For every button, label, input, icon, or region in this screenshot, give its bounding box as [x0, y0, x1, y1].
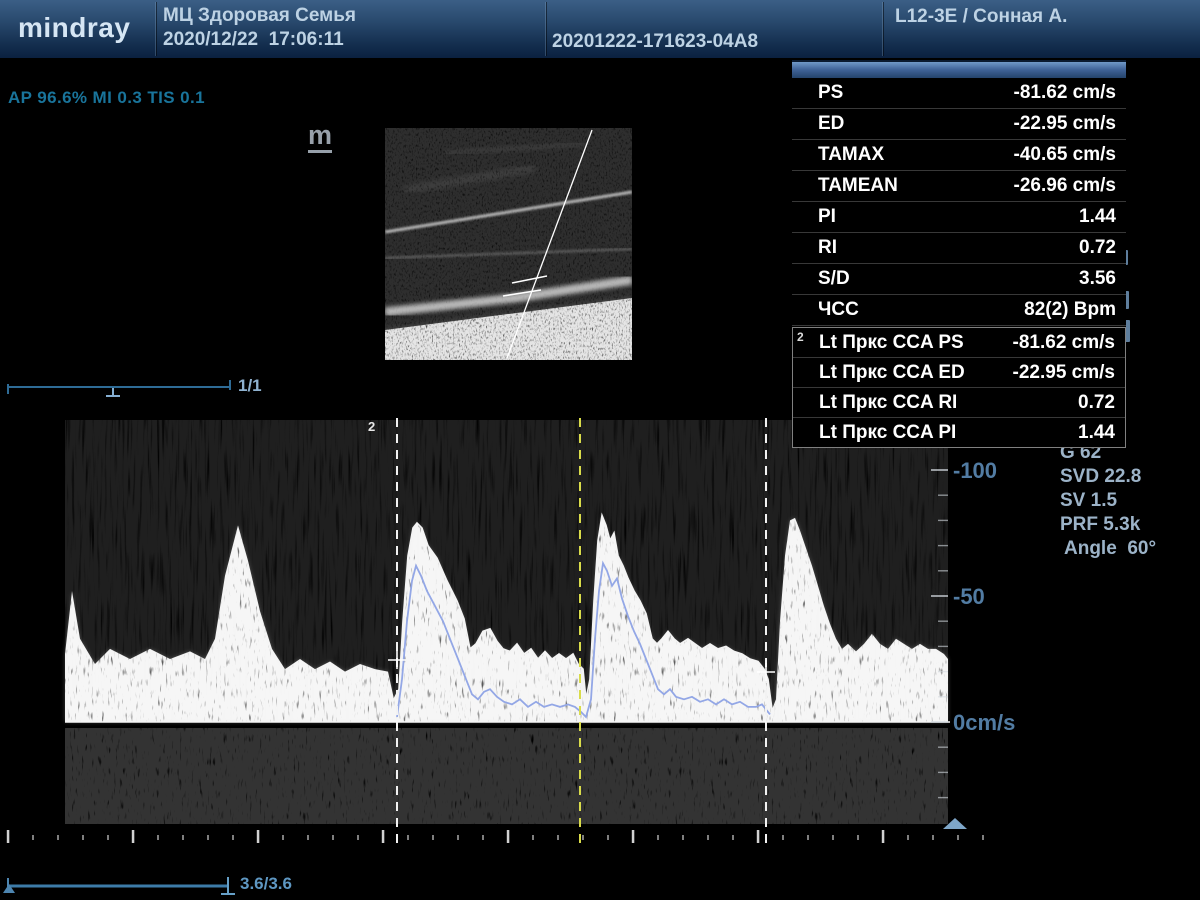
time-ruler-ticks	[7, 830, 984, 843]
result-row: ED-22.95 cm/s	[792, 109, 1126, 140]
result-row: PI1.44	[792, 202, 1126, 233]
depth-scale-bar	[8, 380, 230, 394]
panel-titlebar[interactable]	[792, 60, 1126, 78]
result-row: ЧСС82(2) Bpm	[792, 295, 1126, 326]
measurement-results-panel: PS-81.62 cm/s ED-22.95 cm/s TAMAX-40.65 …	[792, 60, 1126, 448]
result-row: TAMAX-40.65 cm/s	[792, 140, 1126, 171]
named-result-row: Lt Пркс CCA ED-22.95 cm/s	[793, 358, 1125, 388]
caliper-marker-index: 2	[368, 419, 375, 434]
cine-scrollbar[interactable]	[3, 877, 235, 894]
named-result-row: Lt Пркс CCA PS-81.62 cm/s	[793, 328, 1125, 358]
result-row: RI0.72	[792, 233, 1126, 264]
reverse-flow-noise-band	[65, 728, 948, 824]
named-measurements-group: 2 Lt Пркс CCA PS-81.62 cm/s Lt Пркс CCA …	[792, 327, 1126, 448]
result-row: TAMEAN-26.96 cm/s	[792, 171, 1126, 202]
named-result-row: Lt Пркс CCA PI1.44	[793, 418, 1125, 447]
velocity-tick-label: 0cm/s	[953, 710, 1015, 735]
velocity-tick-label: -50	[953, 584, 985, 609]
measurement-marker-index: 2	[797, 330, 804, 344]
velocity-tick-label: -100	[953, 458, 997, 483]
result-row: S/D3.56	[792, 264, 1126, 295]
ultrasound-screen: mindray МЦ Здоровая Семья 2020/12/22 17:…	[0, 0, 1200, 900]
named-result-row: Lt Пркс CCA RI0.72	[793, 388, 1125, 418]
focus-position-marker[interactable]	[106, 388, 120, 396]
result-row: PS-81.62 cm/s	[792, 78, 1126, 109]
